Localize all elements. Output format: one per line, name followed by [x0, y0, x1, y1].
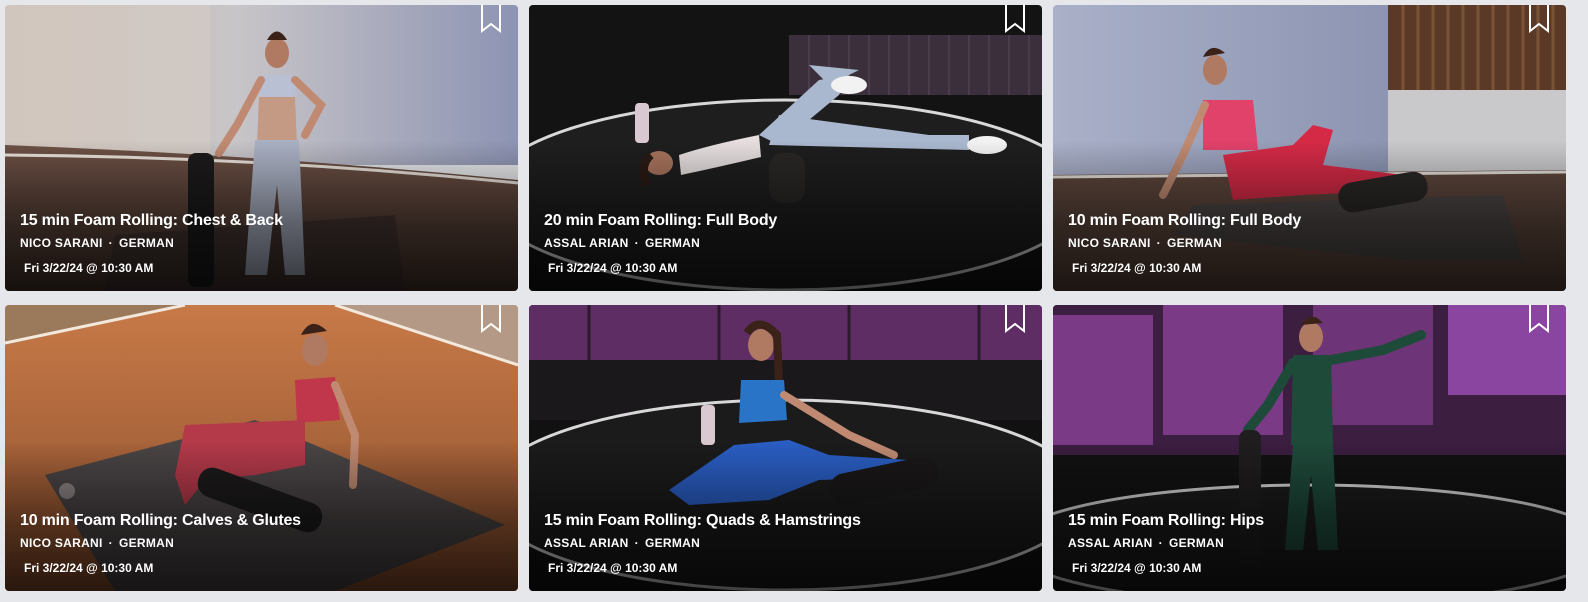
meta-separator: · [634, 236, 639, 250]
bookmark-icon[interactable] [480, 5, 502, 33]
class-meta: ASSAL ARIAN · GERMAN [1068, 536, 1264, 550]
class-date: Fri 3/22/24 @ 10:30 AM [24, 261, 154, 275]
class-meta: NICO SARANI · GERMAN [20, 536, 301, 550]
meta-separator: · [1156, 236, 1161, 250]
meta-separator: · [634, 536, 639, 550]
bookmark-icon[interactable] [1528, 305, 1550, 333]
class-title[interactable]: 15 min Foam Rolling: Hips [1068, 512, 1264, 530]
class-language: GERMAN [644, 236, 701, 250]
class-meta: ASSAL ARIAN · GERMAN [544, 236, 777, 250]
class-card[interactable]: 15 min Foam Rolling: Quads & Hamstrings … [529, 305, 1042, 591]
class-card[interactable]: 10 min Foam Rolling: Full Body NICO SARA… [1053, 5, 1566, 291]
class-language: GERMAN [1166, 236, 1223, 250]
class-date: Fri 3/22/24 @ 10:30 AM [548, 261, 678, 275]
class-date: Fri 3/22/24 @ 10:30 AM [1072, 561, 1202, 575]
class-date: Fri 3/22/24 @ 10:30 AM [24, 561, 154, 575]
instructor-name[interactable]: ASSAL ARIAN [544, 536, 629, 550]
class-grid: 15 min Foam Rolling: Chest & Back NICO S… [0, 0, 1588, 602]
class-title[interactable]: 10 min Foam Rolling: Full Body [1068, 212, 1301, 230]
bookmark-icon[interactable] [1004, 5, 1026, 33]
class-title[interactable]: 10 min Foam Rolling: Calves & Glutes [20, 512, 301, 530]
instructor-name[interactable]: ASSAL ARIAN [544, 236, 629, 250]
meta-separator: · [108, 236, 113, 250]
class-meta: ASSAL ARIAN · GERMAN [544, 536, 861, 550]
class-card[interactable]: 20 min Foam Rolling: Full Body ASSAL ARI… [529, 5, 1042, 291]
bookmark-icon[interactable] [480, 305, 502, 333]
class-language: GERMAN [118, 536, 175, 550]
instructor-name[interactable]: NICO SARANI [20, 236, 103, 250]
bookmark-icon[interactable] [1004, 305, 1026, 333]
class-meta: NICO SARANI · GERMAN [20, 236, 283, 250]
class-card[interactable]: 15 min Foam Rolling: Hips ASSAL ARIAN · GE… [1053, 305, 1566, 591]
instructor-name[interactable]: NICO SARANI [1068, 236, 1151, 250]
class-title[interactable]: 20 min Foam Rolling: Full Body [544, 212, 777, 230]
class-language: GERMAN [1168, 536, 1225, 550]
class-meta: NICO SARANI · GERMAN [1068, 236, 1301, 250]
class-language: GERMAN [118, 236, 175, 250]
class-title[interactable]: 15 min Foam Rolling: Chest & Back [20, 212, 283, 230]
class-date: Fri 3/22/24 @ 10:30 AM [548, 561, 678, 575]
meta-separator: · [108, 536, 113, 550]
class-card[interactable]: 10 min Foam Rolling: Calves & Glutes NIC… [5, 305, 518, 591]
class-language: GERMAN [644, 536, 701, 550]
bookmark-icon[interactable] [1528, 5, 1550, 33]
class-card[interactable]: 15 min Foam Rolling: Chest & Back NICO S… [5, 5, 518, 291]
instructor-name[interactable]: NICO SARANI [20, 536, 103, 550]
meta-separator: · [1158, 536, 1163, 550]
class-title[interactable]: 15 min Foam Rolling: Quads & Hamstrings [544, 512, 861, 530]
instructor-name[interactable]: ASSAL ARIAN [1068, 536, 1153, 550]
class-date: Fri 3/22/24 @ 10:30 AM [1072, 261, 1202, 275]
